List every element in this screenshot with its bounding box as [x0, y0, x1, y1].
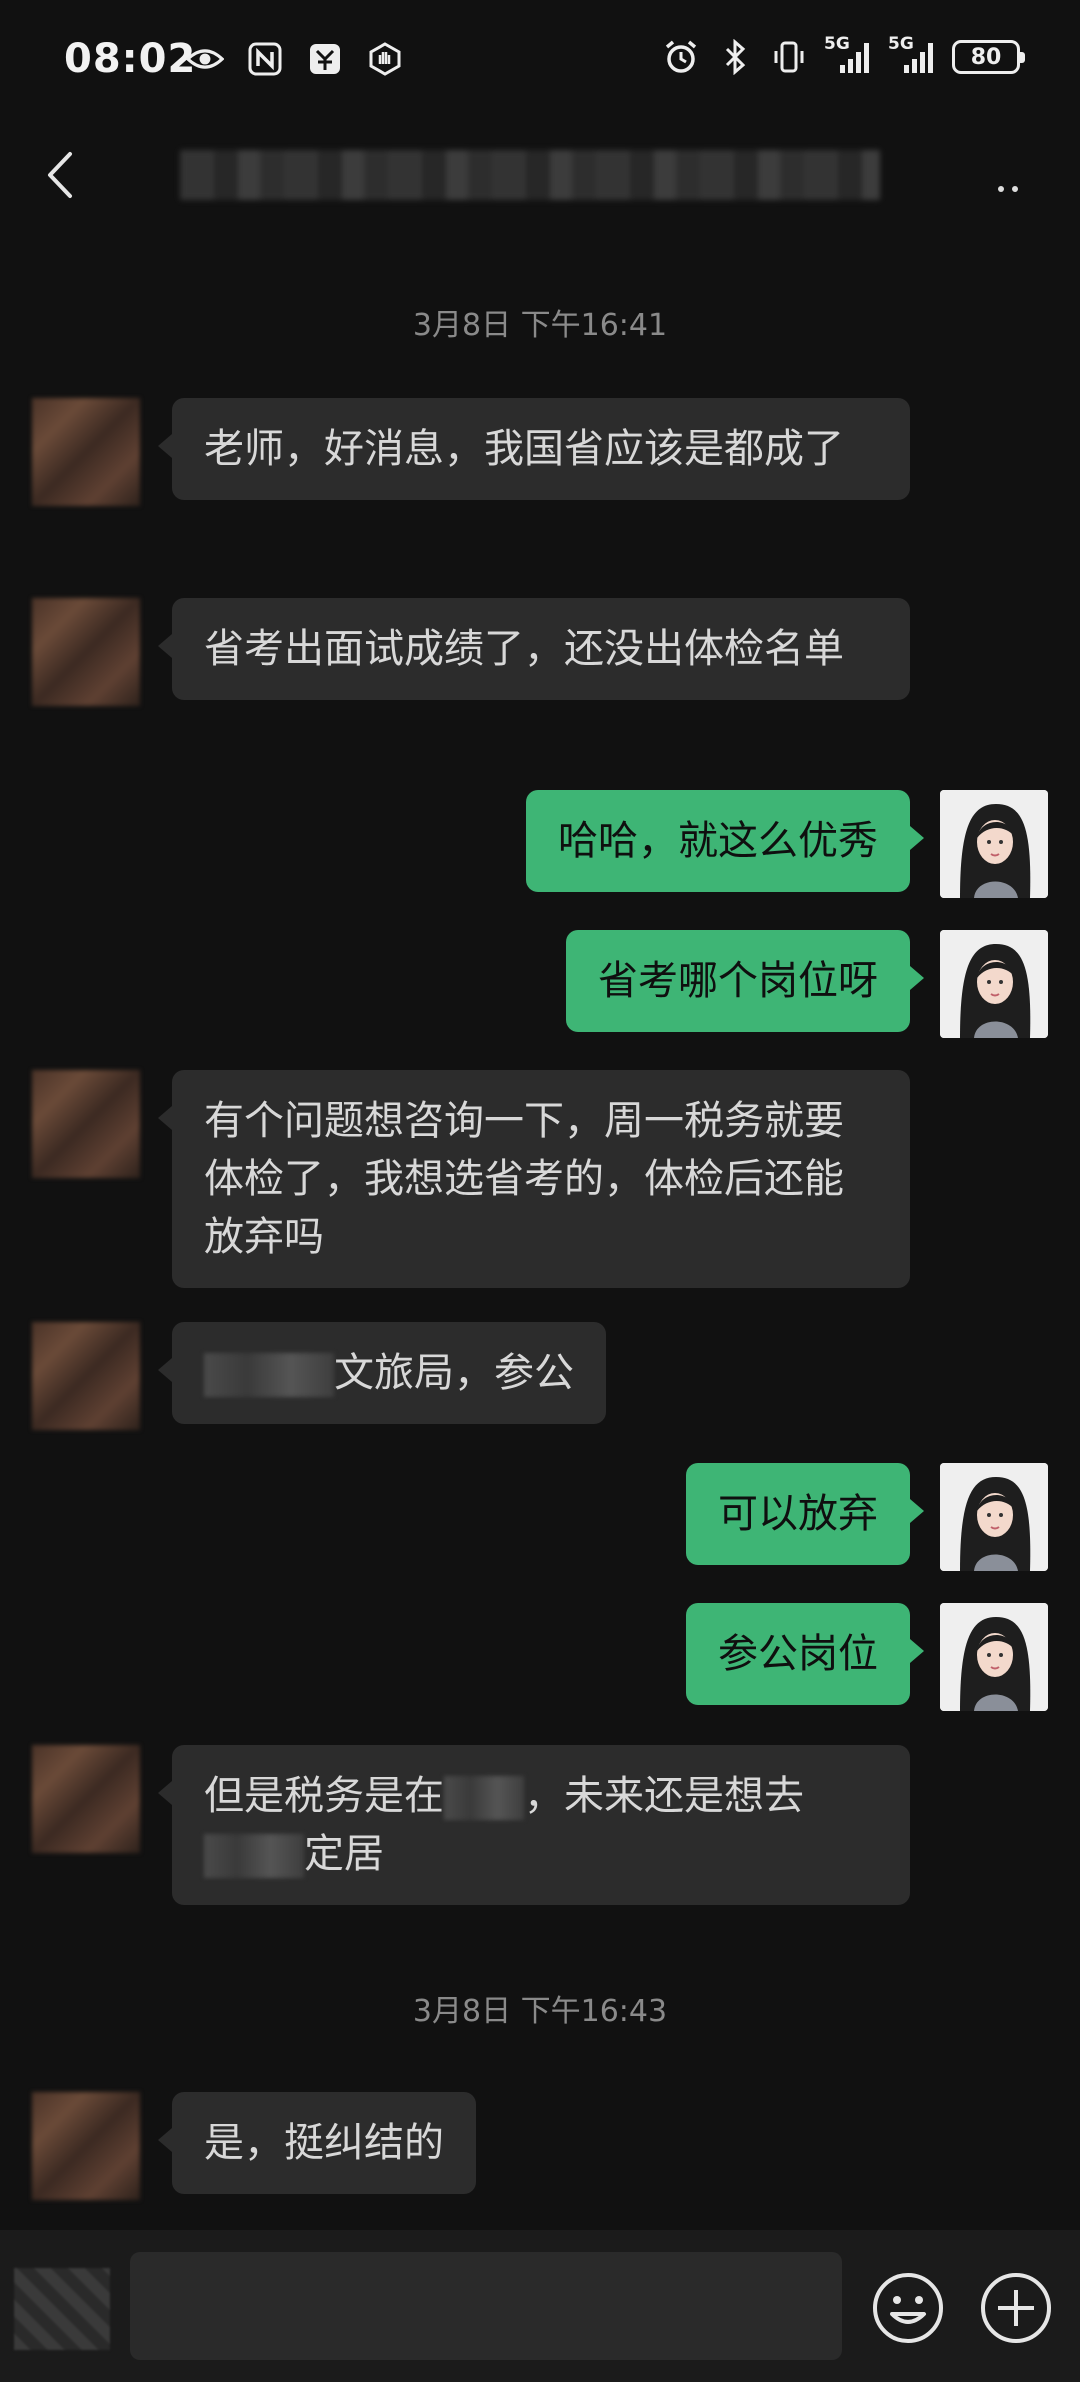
- message-bubble[interactable]: 省考哪个岗位呀: [566, 930, 924, 1032]
- timestamp: 3月8日 下午16:43: [412, 1994, 668, 2029]
- emoji-button[interactable]: [870, 2270, 946, 2346]
- nfc-icon: [246, 40, 284, 78]
- status-bar: 08:02 5G 5G 80: [0, 0, 1080, 130]
- more-dots-icon: [998, 186, 1004, 192]
- plus-button[interactable]: [978, 2270, 1054, 2346]
- message-bubble[interactable]: 参公岗位: [686, 1603, 924, 1705]
- message-text: 但是税务是在: [204, 1773, 444, 1819]
- message-bubble[interactable]: 可以放弃: [686, 1463, 924, 1565]
- status-left-icons: [186, 40, 404, 78]
- signal-icon: 5G: [888, 36, 936, 76]
- contact-avatar[interactable]: [32, 1070, 140, 1178]
- bluetooth-icon: [716, 38, 754, 76]
- message-bubble[interactable]: 是，挺纠结的: [158, 2092, 476, 2194]
- contact-avatar[interactable]: [32, 598, 140, 706]
- voice-button[interactable]: [14, 2268, 110, 2350]
- contact-name: [180, 150, 880, 200]
- eye-icon: [186, 40, 224, 78]
- redacted-text: [444, 1776, 524, 1820]
- message-text: 文旅局，参公: [334, 1350, 574, 1396]
- redacted-text: [204, 1834, 304, 1878]
- message-text: ，未来还是想去: [524, 1773, 804, 1819]
- avatar-portrait: [940, 1603, 1048, 1711]
- message-input[interactable]: [130, 2252, 842, 2360]
- emoji-icon: [873, 2273, 943, 2343]
- plus-icon: [981, 2273, 1051, 2343]
- app-icon: [306, 40, 344, 78]
- avatar-portrait: [940, 930, 1048, 1038]
- message-bubble[interactable]: 省考出面试成绩了，还没出体检名单: [158, 598, 910, 700]
- contact-avatar[interactable]: [32, 1745, 140, 1853]
- message-bubble[interactable]: 哈哈，就这么优秀: [526, 790, 924, 892]
- signal-icon: 5G: [824, 36, 872, 76]
- vibrate-icon: [770, 38, 808, 76]
- more-button[interactable]: [988, 158, 1028, 192]
- message-bubble[interactable]: 文旅局，参公: [158, 1322, 606, 1424]
- message-bubble[interactable]: 老师，好消息，我国省应该是都成了: [158, 398, 910, 500]
- user-avatar[interactable]: [940, 1463, 1048, 1571]
- message-bubble[interactable]: 但是税务是在 ，未来还是想去定居: [158, 1745, 910, 1905]
- user-avatar[interactable]: [940, 790, 1048, 898]
- status-time: 08:02: [64, 36, 197, 82]
- chevron-left-icon: [48, 152, 72, 198]
- user-avatar[interactable]: [940, 930, 1048, 1038]
- back-button[interactable]: [36, 144, 82, 206]
- contact-avatar[interactable]: [32, 1322, 140, 1430]
- timestamp: 3月8日 下午16:41: [412, 308, 668, 343]
- input-bar: [0, 2230, 1080, 2382]
- battery-icon: 80: [952, 40, 1025, 74]
- contact-avatar[interactable]: [32, 398, 140, 506]
- message-text: 定居: [304, 1831, 384, 1877]
- alarm-icon: [662, 38, 700, 76]
- status-right-icons: 5G 5G 80: [662, 36, 1025, 76]
- contact-avatar[interactable]: [32, 2092, 140, 2200]
- redacted-text: [204, 1353, 334, 1397]
- user-avatar[interactable]: [940, 1603, 1048, 1711]
- avatar-portrait: [940, 1463, 1048, 1571]
- chat-header: [0, 130, 1080, 220]
- hand-icon: [366, 40, 404, 78]
- message-bubble[interactable]: 有个问题想咨询一下，周一税务就要体检了，我想选省考的，体检后还能放弃吗: [158, 1070, 910, 1288]
- avatar-portrait: [940, 790, 1048, 898]
